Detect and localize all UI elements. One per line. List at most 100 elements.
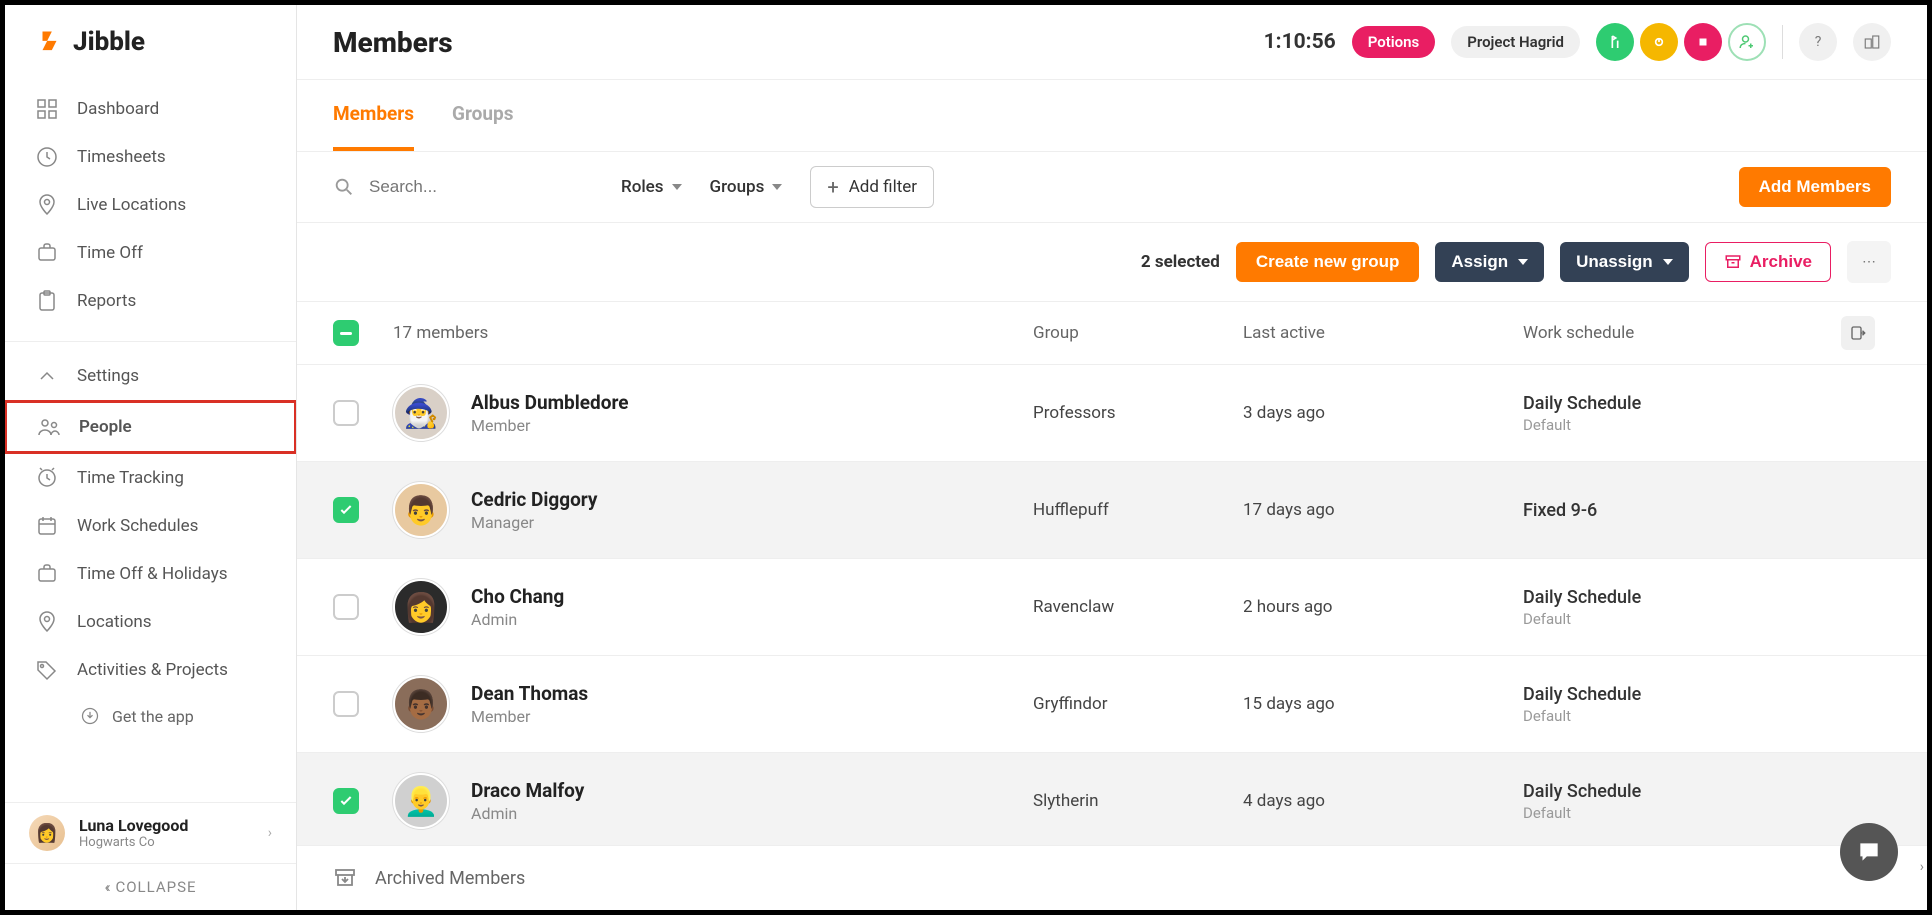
create-group-button[interactable]: Create new group (1236, 242, 1420, 282)
export-button[interactable] (1841, 316, 1875, 350)
groups-filter[interactable]: Groups (710, 177, 783, 197)
user-profile[interactable]: 👩 Luna Lovegood Hogwarts Co › (5, 802, 296, 863)
suitcase-icon (35, 562, 59, 586)
tag-icon (35, 658, 59, 682)
chip-project[interactable]: Project Hagrid (1451, 26, 1580, 58)
status-dot-green[interactable] (1596, 23, 1634, 61)
schedule-name: Daily Schedule (1523, 587, 1841, 608)
help-button[interactable]: ? (1799, 23, 1837, 61)
archive-button[interactable]: Archive (1705, 242, 1831, 282)
col-group[interactable]: Group (1033, 323, 1243, 343)
sidebar-item-time-off[interactable]: Time Off (5, 229, 296, 277)
assign-label: Assign (1451, 252, 1508, 272)
tab-groups[interactable]: Groups (452, 80, 513, 151)
member-role: Admin (471, 804, 584, 823)
member-name: Dean Thomas (471, 682, 588, 705)
col-last-active[interactable]: Last active (1243, 323, 1523, 343)
col-schedule[interactable]: Work schedule (1523, 323, 1841, 343)
calendar-icon (35, 514, 59, 538)
search-icon (333, 176, 355, 198)
member-role: Manager (471, 513, 598, 532)
avatar: 👨 (393, 482, 449, 538)
row-checkbox[interactable] (333, 594, 359, 620)
more-button[interactable]: ⋯ (1847, 241, 1891, 283)
members-table: 17 members Group Last active Work schedu… (297, 302, 1927, 845)
get-app-link[interactable]: Get the app (5, 694, 296, 738)
sidebar-item-time-tracking[interactable]: Time Tracking (5, 454, 296, 502)
people-icon (37, 415, 61, 439)
dashboard-icon (35, 97, 59, 121)
sidebar-item-reports[interactable]: Reports (5, 277, 296, 325)
row-checkbox[interactable] (333, 400, 359, 426)
filter-bar: Roles Groups + Add filter Add Members (297, 152, 1927, 223)
sidebar-item-label: Work Schedules (77, 516, 198, 536)
chevron-down-icon (772, 184, 782, 190)
sidebar-item-people[interactable]: People (5, 400, 296, 454)
location-icon (35, 610, 59, 634)
clock-icon (35, 145, 59, 169)
row-checkbox[interactable] (333, 497, 359, 523)
chevron-right-icon: › (268, 825, 272, 841)
divider (1782, 25, 1783, 59)
scroll-right[interactable]: › (1920, 859, 1924, 875)
status-dot-red[interactable] (1684, 23, 1722, 61)
collapse-label: COLLAPSE (115, 878, 196, 896)
row-checkbox[interactable] (333, 788, 359, 814)
select-all-checkbox[interactable] (333, 320, 359, 346)
table-row[interactable]: 👩 Cho Chang Admin Ravenclaw 2 hours ago … (297, 559, 1927, 656)
tracking-icon (35, 466, 59, 490)
logo[interactable]: Jibble (5, 5, 296, 79)
sidebar-item-dashboard[interactable]: Dashboard (5, 85, 296, 133)
status-dot-yellow[interactable] (1640, 23, 1678, 61)
avatar: 👨🏾 (393, 676, 449, 732)
sidebar-item-time-off-holidays[interactable]: Time Off & Holidays (5, 550, 296, 598)
schedule-name: Daily Schedule (1523, 684, 1841, 705)
member-role: Member (471, 707, 588, 726)
table-row[interactable]: 👱‍♂️ Draco Malfoy Admin Slytherin 4 days… (297, 753, 1927, 845)
sidebar-item-label: Dashboard (77, 99, 159, 119)
avatar: 👩 (393, 579, 449, 635)
archived-members[interactable]: Archived Members (297, 845, 1927, 910)
sidebar-item-locations[interactable]: Locations (5, 598, 296, 646)
schedule-default: Default (1523, 416, 1841, 434)
row-checkbox[interactable] (333, 691, 359, 717)
avatar: 👩 (29, 815, 65, 851)
table-row[interactable]: 🧙‍♂️ Albus Dumbledore Member Professors … (297, 365, 1927, 462)
table-row[interactable]: 👨 Cedric Diggory Manager Hufflepuff 17 d… (297, 462, 1927, 559)
status-dot-add[interactable] (1728, 23, 1766, 61)
member-group: Ravenclaw (1033, 597, 1243, 617)
plus-icon: + (827, 175, 838, 199)
chip-potions[interactable]: Potions (1352, 26, 1436, 58)
settings-button[interactable] (1853, 23, 1891, 61)
selected-count: 2 selected (1141, 252, 1220, 272)
chevron-up-icon (35, 364, 59, 388)
schedule-name: Daily Schedule (1523, 781, 1841, 802)
archive-icon (1724, 253, 1742, 271)
chevron-down-icon (1663, 259, 1673, 265)
unassign-button[interactable]: Unassign (1560, 242, 1689, 282)
schedule-default: Default (1523, 804, 1841, 822)
roles-filter[interactable]: Roles (621, 177, 682, 197)
search-input[interactable] (369, 177, 559, 197)
add-members-button[interactable]: Add Members (1739, 167, 1891, 207)
sidebar-item-timesheets[interactable]: Timesheets (5, 133, 296, 181)
table-row[interactable]: 👨🏾 Dean Thomas Member Gryffindor 15 days… (297, 656, 1927, 753)
sidebar-item-settings[interactable]: Settings (5, 352, 296, 400)
sidebar-item-label: Timesheets (77, 147, 166, 167)
schedule-name: Fixed 9-6 (1523, 500, 1841, 521)
divider (5, 341, 296, 342)
collapse-button[interactable]: ‹‹COLLAPSE (5, 863, 296, 910)
add-filter-button[interactable]: + Add filter (810, 166, 934, 208)
sidebar-item-work-schedules[interactable]: Work Schedules (5, 502, 296, 550)
sidebar-item-label: Activities & Projects (77, 660, 228, 680)
sidebar-item-label: Time Tracking (77, 468, 184, 488)
member-last-active: 4 days ago (1243, 791, 1523, 811)
sidebar-item-live-locations[interactable]: Live Locations (5, 181, 296, 229)
logo-text: Jibble (73, 27, 145, 57)
tab-members[interactable]: Members (333, 80, 414, 151)
chat-button[interactable] (1840, 823, 1898, 881)
sidebar: Jibble Dashboard Timesheets Live Locatio… (5, 5, 297, 910)
sidebar-item-activities-projects[interactable]: Activities & Projects (5, 646, 296, 694)
assign-button[interactable]: Assign (1435, 242, 1544, 282)
archive-icon (333, 866, 357, 890)
